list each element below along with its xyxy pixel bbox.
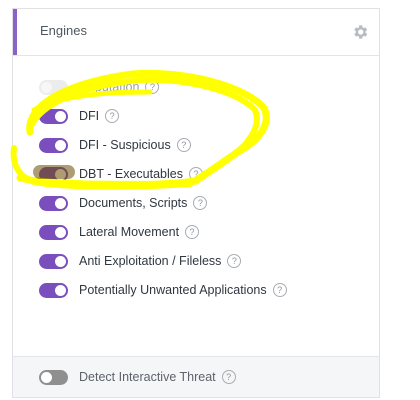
- toggle-knob: [41, 81, 52, 93]
- help-icon[interactable]: ?: [272, 283, 287, 297]
- dfi-suspicious-toggle[interactable]: [39, 137, 68, 153]
- documents-scripts-toggle[interactable]: [39, 195, 68, 211]
- toggle-knob: [55, 255, 66, 267]
- toggle-knob: [41, 371, 52, 383]
- toggle-knob: [55, 139, 66, 151]
- help-icon[interactable]: ?: [193, 196, 208, 210]
- toggle-knob: [55, 226, 66, 238]
- engine-label: Reputation: [79, 80, 140, 94]
- dbt-executables-toggle[interactable]: [39, 166, 68, 182]
- engine-row-lateral-movement[interactable]: Lateral Movement ?: [39, 222, 200, 242]
- panel-header: Engines: [13, 9, 379, 56]
- engine-row-pua[interactable]: Potentially Unwanted Applications ?: [39, 280, 287, 300]
- lateral-movement-toggle[interactable]: [39, 224, 68, 240]
- toggle-knob: [55, 284, 66, 296]
- help-icon[interactable]: ?: [105, 109, 120, 123]
- engine-label: Potentially Unwanted Applications: [79, 283, 267, 297]
- help-icon[interactable]: ?: [188, 167, 203, 181]
- footer-label: Detect Interactive Threat: [79, 370, 216, 384]
- toggle-knob: [55, 110, 66, 122]
- help-icon[interactable]: ?: [176, 138, 191, 152]
- detect-interactive-threat-toggle[interactable]: [39, 369, 68, 385]
- engine-label: DFI: [79, 109, 100, 123]
- toggle-knob: [55, 168, 66, 180]
- engine-label: Documents, Scripts: [79, 196, 188, 210]
- engine-row-documents-scripts[interactable]: Documents, Scripts ?: [39, 193, 208, 213]
- engine-label: Lateral Movement: [79, 225, 180, 239]
- gear-icon[interactable]: [351, 23, 369, 41]
- engine-label: Anti Exploitation / Fileless: [79, 254, 222, 268]
- panel-title: Engines: [40, 23, 87, 38]
- help-icon[interactable]: ?: [145, 80, 160, 94]
- header-accent-bar: [13, 9, 17, 55]
- engine-row-dfi[interactable]: DFI ?: [39, 106, 120, 126]
- anti-exploitation-toggle[interactable]: [39, 253, 68, 269]
- pua-toggle[interactable]: [39, 282, 68, 298]
- engine-row-dfi-suspicious[interactable]: DFI - Suspicious ?: [39, 135, 191, 155]
- help-icon[interactable]: ?: [221, 370, 236, 384]
- engine-row-dbt-executables[interactable]: DBT - Executables ?: [39, 164, 203, 184]
- engines-panel: Engines Reputation ? DFI ? DFI - Suspici…: [12, 8, 380, 398]
- toggle-knob: [55, 197, 66, 209]
- detect-interactive-threat-row[interactable]: Detect Interactive Threat ?: [39, 367, 236, 387]
- engine-label: DFI - Suspicious: [79, 138, 171, 152]
- reputation-toggle[interactable]: [39, 79, 68, 95]
- panel-footer: Detect Interactive Threat ?: [13, 356, 379, 397]
- engine-row-reputation[interactable]: Reputation ?: [39, 77, 160, 97]
- engine-row-anti-exploitation[interactable]: Anti Exploitation / Fileless ?: [39, 251, 242, 271]
- help-icon[interactable]: ?: [185, 225, 200, 239]
- engine-label: DBT - Executables: [79, 167, 183, 181]
- help-icon[interactable]: ?: [227, 254, 242, 268]
- dfi-toggle[interactable]: [39, 108, 68, 124]
